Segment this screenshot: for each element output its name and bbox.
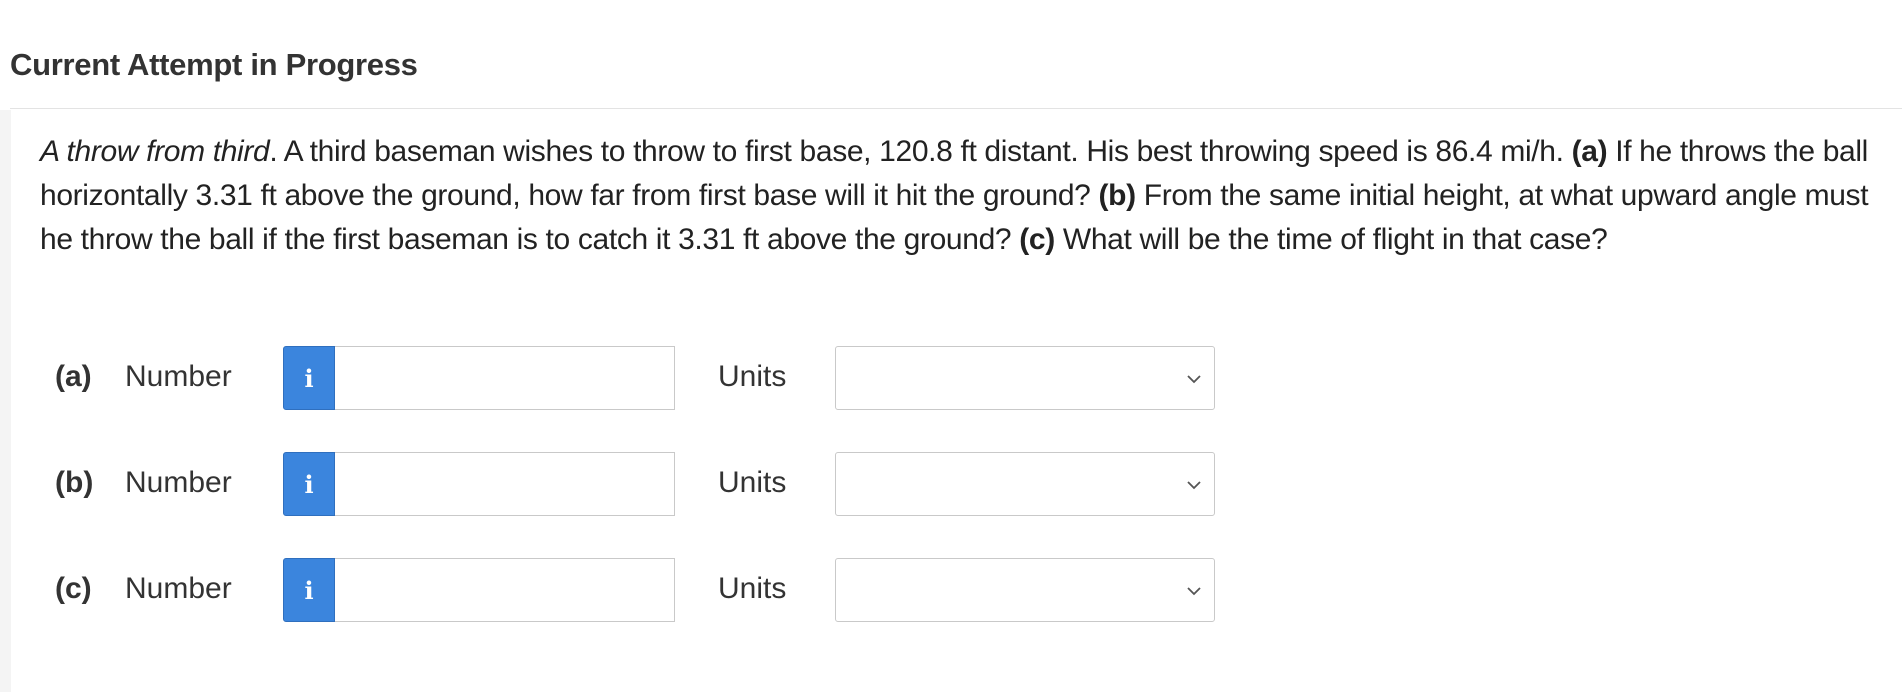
info-icon: i	[304, 575, 314, 605]
answer-row-a: (a) Number i Units	[0, 346, 1300, 412]
number-input-a[interactable]	[335, 346, 675, 410]
part-label: (b)	[55, 466, 94, 499]
part-label: (c)	[55, 572, 92, 605]
info-icon: i	[304, 469, 314, 499]
units-select-b[interactable]	[835, 452, 1215, 516]
info-button[interactable]: i	[283, 346, 335, 410]
units-select-c[interactable]	[835, 558, 1215, 622]
attempt-title: Current Attempt in Progress	[10, 47, 418, 82]
part-c-prompt: What will be the time of flight in that …	[1054, 223, 1608, 256]
chevron-down-icon	[1187, 587, 1201, 596]
number-label: Number	[125, 572, 232, 605]
question-title: A throw from third	[40, 135, 270, 168]
question-intro: . A third baseman wishes to throw to fir…	[269, 135, 1572, 168]
answer-row-b: (b) Number i Units	[0, 452, 1300, 518]
number-label: Number	[125, 360, 232, 393]
part-label: (a)	[55, 360, 92, 393]
header-divider	[10, 108, 1902, 109]
number-label: Number	[125, 466, 232, 499]
part-a-marker: (a)	[1571, 135, 1608, 168]
info-button[interactable]: i	[283, 558, 335, 622]
units-label: Units	[718, 572, 787, 605]
units-select-a[interactable]	[835, 346, 1215, 410]
part-c-marker: (c)	[1019, 223, 1055, 256]
units-label: Units	[718, 360, 787, 393]
number-input-b[interactable]	[335, 452, 675, 516]
info-icon: i	[304, 363, 314, 393]
number-input-c[interactable]	[335, 558, 675, 622]
info-button[interactable]: i	[283, 452, 335, 516]
answer-row-c: (c) Number i Units	[0, 558, 1300, 624]
question-text: A throw from third. A third baseman wish…	[40, 130, 1890, 262]
attempt-header: Current Attempt in Progress	[0, 0, 1902, 110]
units-label: Units	[718, 466, 787, 499]
chevron-down-icon	[1187, 481, 1201, 490]
part-b-marker: (b)	[1098, 179, 1136, 212]
chevron-down-icon	[1187, 375, 1201, 384]
